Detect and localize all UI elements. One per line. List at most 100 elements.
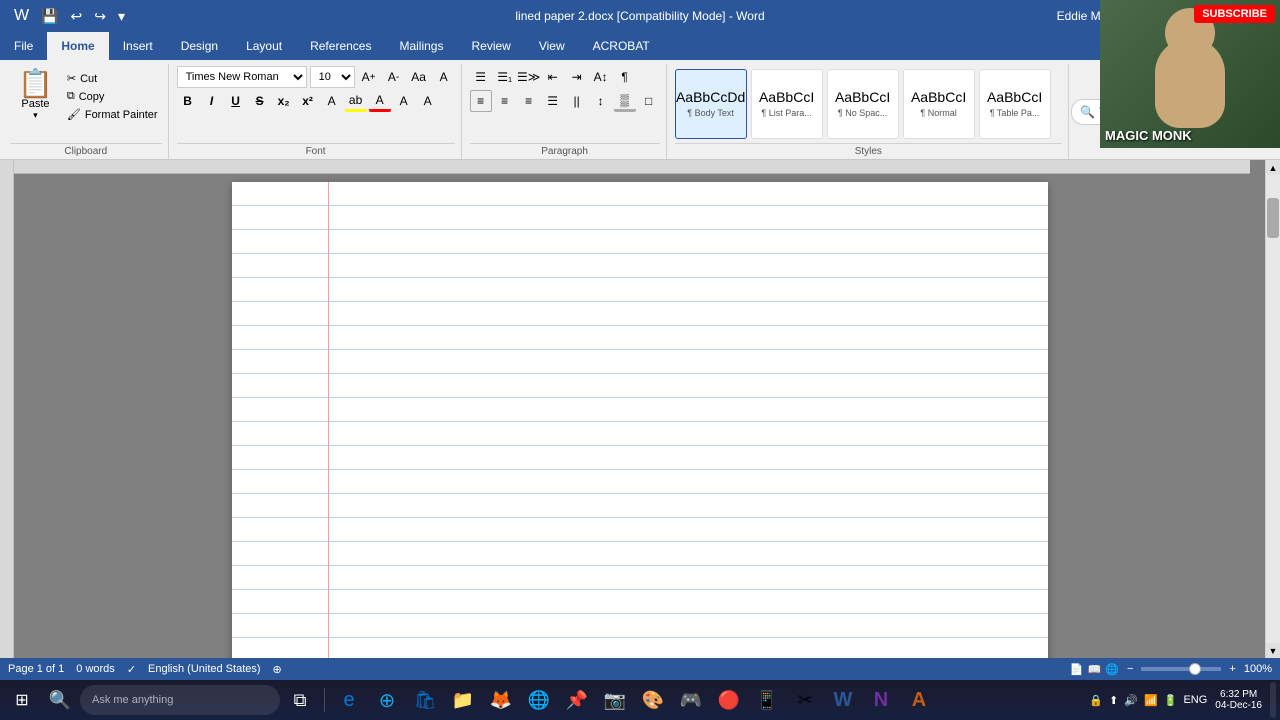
- quick-access-dropdown[interactable]: ▾: [114, 6, 129, 27]
- strikethrough-button[interactable]: S: [249, 90, 271, 112]
- save-icon[interactable]: 💾: [37, 6, 62, 27]
- network-icon[interactable]: 📶: [1144, 694, 1158, 707]
- tray-icon-2[interactable]: ⬆: [1109, 694, 1118, 707]
- web-layout-button[interactable]: 🌐: [1105, 663, 1119, 676]
- bullets-button[interactable]: ☰: [470, 66, 492, 88]
- style-no-spacing[interactable]: AaBbCcI ¶ No Spac...: [827, 69, 899, 139]
- font-grow-button[interactable]: A+: [358, 66, 380, 88]
- tab-design[interactable]: Design: [167, 32, 232, 60]
- paste-dropdown[interactable]: ▾: [33, 110, 38, 121]
- font-shrink-button[interactable]: A-: [383, 66, 405, 88]
- clock[interactable]: 6:32 PM 04-Dec-16: [1211, 689, 1266, 711]
- tab-home[interactable]: Home: [47, 32, 108, 60]
- app-icon-9[interactable]: 🔴: [711, 682, 747, 718]
- lang-indicator[interactable]: ENG: [1183, 694, 1207, 706]
- scroll-thumb[interactable]: [1267, 198, 1279, 238]
- folder-icon[interactable]: 📁: [445, 682, 481, 718]
- tab-review[interactable]: Review: [457, 32, 524, 60]
- tab-layout[interactable]: Layout: [232, 32, 296, 60]
- subscribe-button[interactable]: SUBSCRIBE: [1194, 5, 1275, 23]
- style-table[interactable]: AaBbCcI ¶ Table Pa...: [979, 69, 1051, 139]
- app-icon-12[interactable]: W: [825, 682, 861, 718]
- align-right-button[interactable]: ≡: [518, 90, 540, 112]
- scroll-down-button[interactable]: ▼: [1266, 643, 1280, 658]
- char-shading-button[interactable]: A: [393, 90, 415, 112]
- scroll-track[interactable]: [1266, 175, 1280, 643]
- scroll-up-button[interactable]: ▲: [1266, 160, 1280, 175]
- start-button[interactable]: ⊞: [4, 682, 40, 718]
- copy-button[interactable]: ⧉ Copy: [63, 88, 162, 105]
- style-body-text[interactable]: AaBbCcDd ¶ Body Text: [675, 69, 747, 139]
- taskbar-search-input[interactable]: [80, 685, 280, 715]
- app-icon-13[interactable]: N: [863, 682, 899, 718]
- print-layout-button[interactable]: 📄: [1070, 663, 1084, 676]
- text-effects-button[interactable]: A: [321, 90, 343, 112]
- tab-insert[interactable]: Insert: [109, 32, 167, 60]
- tab-mailings[interactable]: Mailings: [385, 32, 457, 60]
- change-case-button[interactable]: Aa: [408, 66, 430, 88]
- show-hide-button[interactable]: ¶: [614, 66, 636, 88]
- superscript-button[interactable]: x²: [297, 90, 319, 112]
- borders-button[interactable]: □: [638, 90, 660, 112]
- zoom-in-button[interactable]: +: [1229, 663, 1235, 675]
- sticky-notes-icon[interactable]: 📌: [559, 682, 595, 718]
- accessibility-icon[interactable]: ⊕: [273, 663, 282, 676]
- numbering-button[interactable]: ☰₁: [494, 66, 516, 88]
- tab-file[interactable]: File: [0, 32, 47, 60]
- style-normal[interactable]: AaBbCcI ¶ Normal: [903, 69, 975, 139]
- decrease-indent-button[interactable]: ⇤: [542, 66, 564, 88]
- store-icon[interactable]: 🛍: [407, 682, 443, 718]
- document-area[interactable]: I: [14, 160, 1265, 658]
- app-icon-10[interactable]: 📱: [749, 682, 785, 718]
- format-painter-button[interactable]: 🖌 Format Painter: [63, 106, 162, 123]
- app-icon-11[interactable]: ✂: [787, 682, 823, 718]
- tab-view[interactable]: View: [525, 32, 579, 60]
- vertical-scrollbar[interactable]: ▲ ▼: [1265, 160, 1280, 658]
- font-name-select[interactable]: Times New Roman: [177, 66, 307, 88]
- chrome-icon[interactable]: 🌐: [521, 682, 557, 718]
- multilevel-list-button[interactable]: ☰≫: [518, 66, 540, 88]
- text-highlight-button[interactable]: ab: [345, 90, 367, 112]
- subscript-button[interactable]: x₂: [273, 90, 295, 112]
- read-mode-button[interactable]: 📖: [1088, 663, 1102, 676]
- line-spacing-button[interactable]: ↕: [590, 90, 612, 112]
- app-icon-7[interactable]: 🎨: [635, 682, 671, 718]
- firefox-icon[interactable]: 🦊: [483, 682, 519, 718]
- ie-icon[interactable]: ⊕: [369, 682, 405, 718]
- undo-icon[interactable]: ↩: [67, 6, 87, 27]
- font-size-select[interactable]: 10: [310, 66, 355, 88]
- paste-button[interactable]: 📋 Paste ▾: [10, 66, 61, 125]
- document-page[interactable]: I: [232, 182, 1048, 658]
- char-border-button[interactable]: A: [417, 90, 439, 112]
- clear-format-button[interactable]: A: [433, 66, 455, 88]
- taskbar-search-icon[interactable]: 🔍: [42, 682, 78, 718]
- bold-button[interactable]: B: [177, 90, 199, 112]
- style-list-para[interactable]: AaBbCcI ¶ List Para...: [751, 69, 823, 139]
- align-center-button[interactable]: ≡: [494, 90, 516, 112]
- cut-button[interactable]: ✂ Cut: [63, 70, 162, 87]
- shading-button[interactable]: ▒: [614, 90, 636, 112]
- tab-references[interactable]: References: [296, 32, 385, 60]
- tray-icon-3[interactable]: 🔊: [1124, 694, 1138, 707]
- columns-button[interactable]: ||: [566, 90, 588, 112]
- zoom-out-button[interactable]: −: [1127, 663, 1133, 675]
- app-icon-14[interactable]: A: [901, 682, 937, 718]
- font-color-button[interactable]: A: [369, 90, 391, 112]
- show-desktop-button[interactable]: [1270, 682, 1276, 718]
- tab-acrobat[interactable]: ACROBAT: [579, 32, 664, 60]
- tray-icon-1[interactable]: 🔒: [1089, 694, 1103, 707]
- battery-icon[interactable]: 🔋: [1164, 694, 1178, 707]
- sort-button[interactable]: A↕: [590, 66, 612, 88]
- justify-button[interactable]: ☰: [542, 90, 564, 112]
- app-icon-8[interactable]: 🎮: [673, 682, 709, 718]
- photos-icon[interactable]: 📷: [597, 682, 633, 718]
- zoom-thumb[interactable]: [1189, 663, 1201, 675]
- task-view-button[interactable]: ⧉: [282, 682, 318, 718]
- proofing-icon[interactable]: ✓: [127, 663, 136, 676]
- align-left-button[interactable]: ≡: [470, 90, 492, 112]
- underline-button[interactable]: U: [225, 90, 247, 112]
- redo-icon[interactable]: ↪: [90, 6, 110, 27]
- edge-icon[interactable]: e: [331, 682, 367, 718]
- language[interactable]: English (United States): [148, 663, 261, 675]
- increase-indent-button[interactable]: ⇥: [566, 66, 588, 88]
